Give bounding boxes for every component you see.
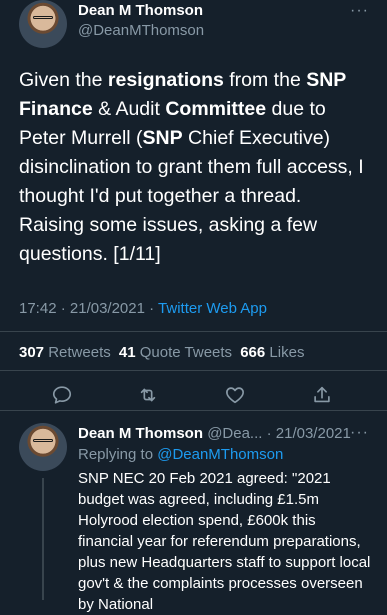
retweets-count: 307 (19, 344, 45, 361)
tweet-text-bold: resignations (107, 69, 224, 91)
reply-text: SNP NEC 20 Feb 2021 agreed: "2021 budget… (78, 470, 371, 613)
divider (0, 331, 387, 332)
quotes-count: 41 (118, 344, 136, 361)
retweets-label: Retweets (48, 344, 111, 361)
tweet-text-run: from the (223, 69, 307, 91)
tweet-stats: 307 Retweets 41 Quote Tweets 666 Likes (19, 344, 304, 361)
separator: · (149, 300, 155, 317)
reply-icon[interactable] (51, 384, 73, 406)
retweet-icon[interactable] (137, 384, 159, 406)
like-icon[interactable] (224, 384, 246, 406)
retweets-stat[interactable]: 307 Retweets (19, 344, 115, 361)
divider (0, 370, 387, 371)
tweet-text: Given the resignations from the SNP Fina… (19, 66, 371, 269)
author-name[interactable]: Dean M Thomson (78, 2, 203, 19)
tweet-text-run: & Audit (92, 98, 166, 120)
reply-date[interactable]: · 21/03/2021 (267, 425, 351, 442)
quotes-stat[interactable]: 41 Quote Tweets (119, 344, 236, 361)
reply-author-handle[interactable]: @Dea... (207, 425, 262, 442)
author-avatar[interactable] (19, 0, 67, 48)
tweet-text-bold: Committee (165, 98, 267, 120)
reply-author-avatar[interactable] (19, 423, 67, 471)
tweet-text-bold: SNP (142, 127, 183, 149)
tweet-date: 21/03/2021 (69, 300, 145, 317)
tweet-text-run: Given the (19, 69, 108, 91)
tweet-timestamp-line: 17:42 · 21/03/2021 · Twitter Web App (19, 300, 267, 317)
tweet-text-bold: Finance (19, 98, 93, 120)
more-dots-icon[interactable]: ··· (350, 2, 369, 20)
tweet-source-link[interactable]: Twitter Web App (158, 300, 267, 317)
reply-author-name[interactable]: Dean M Thomson (78, 425, 203, 442)
quotes-label: Quote Tweets (139, 344, 233, 361)
replying-to: Replying to @DeanMThomson (78, 446, 283, 463)
reply-header: Dean M Thomson @Dea... · 21/03/2021 (78, 425, 351, 442)
author-handle[interactable]: @DeanMThomson (78, 22, 204, 39)
thread-line (42, 478, 44, 600)
tweet-text-bold: SNP (306, 69, 347, 91)
likes-stat[interactable]: 666 Likes (240, 344, 304, 361)
replying-to-label: Replying to (78, 446, 158, 463)
share-icon[interactable] (311, 384, 333, 406)
more-dots-icon[interactable]: ··· (350, 424, 369, 442)
separator: · (60, 300, 66, 317)
tweet-time: 17:42 (19, 300, 57, 317)
replying-to-handle[interactable]: @DeanMThomson (157, 446, 283, 463)
likes-label: Likes (269, 344, 305, 361)
divider (0, 410, 387, 411)
likes-count: 666 (240, 344, 266, 361)
